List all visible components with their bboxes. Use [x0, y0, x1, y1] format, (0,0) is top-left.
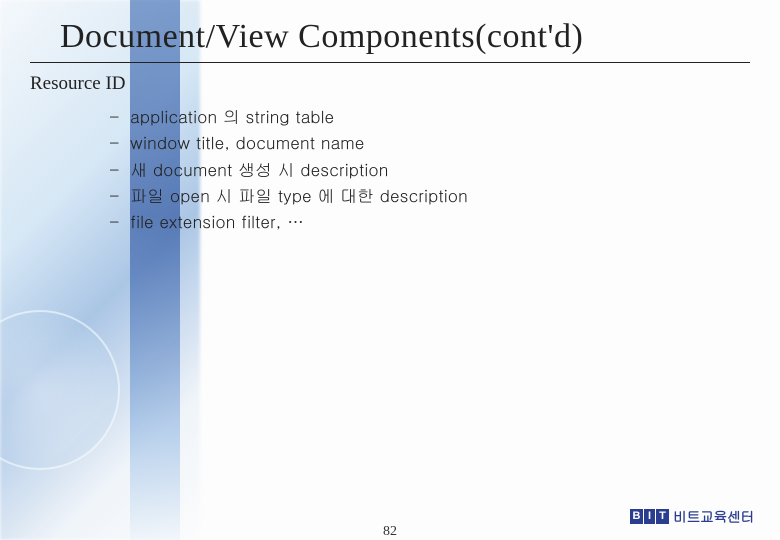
page-number: 82 — [383, 524, 397, 540]
list-item: 새 document 생성 시 description — [110, 156, 750, 182]
logo-letter-b: B — [630, 509, 643, 524]
logo-letter-t: T — [656, 509, 669, 524]
bullet-list: application 의 string table window title,… — [110, 103, 750, 235]
title-divider — [30, 62, 750, 63]
logo-text: 비트교육센터 — [673, 506, 754, 526]
list-item: file extension filter, … — [110, 208, 750, 234]
slide-content: Document/View Components(cont'd) Resourc… — [0, 0, 780, 235]
logo-letter-i: I — [643, 509, 656, 524]
footer-logo: B I T 비트교육센터 — [630, 506, 754, 526]
list-item: application 의 string table — [110, 103, 750, 129]
slide-title: Document/View Components(cont'd) — [60, 18, 750, 56]
section-heading: Resource ID — [30, 73, 750, 95]
list-item: window title, document name — [110, 129, 750, 155]
list-item: 파일 open 시 파일 type 에 대한 description — [110, 182, 750, 208]
logo-badge-icon: B I T — [630, 509, 669, 524]
